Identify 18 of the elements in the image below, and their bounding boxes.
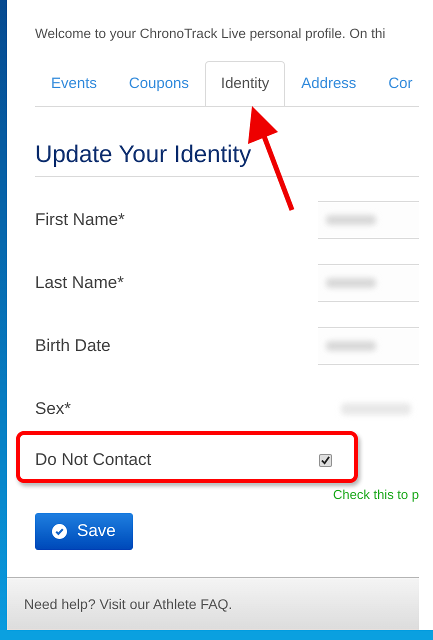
field-label: First Name*	[35, 208, 126, 231]
section-heading: Update Your Identity	[35, 141, 252, 168]
tab[interactable]: Cor	[372, 61, 419, 106]
field-label: Sex*	[35, 398, 72, 420]
tab[interactable]: Coupons	[112, 61, 205, 106]
check-circle-icon	[52, 524, 67, 538]
field-label: Last Name*	[35, 272, 125, 294]
tab[interactable]: Events	[35, 61, 113, 106]
tab[interactable]: Identity	[204, 61, 286, 106]
hint-text: Check this to p	[333, 486, 419, 504]
tab[interactable]: Address	[285, 61, 372, 106]
intro-text: Welcome to your ChronoTrack Live personal profile. On thi	[35, 26, 386, 41]
footer-text: Need help? Visit our Athlete FAQ.	[24, 594, 232, 614]
check-icon	[321, 456, 330, 464]
save-button[interactable]: Save	[35, 512, 133, 550]
field-label: Birth Date	[35, 334, 112, 357]
field-label: Do Not Contact	[35, 449, 152, 472]
checkbox[interactable]	[319, 454, 332, 466]
